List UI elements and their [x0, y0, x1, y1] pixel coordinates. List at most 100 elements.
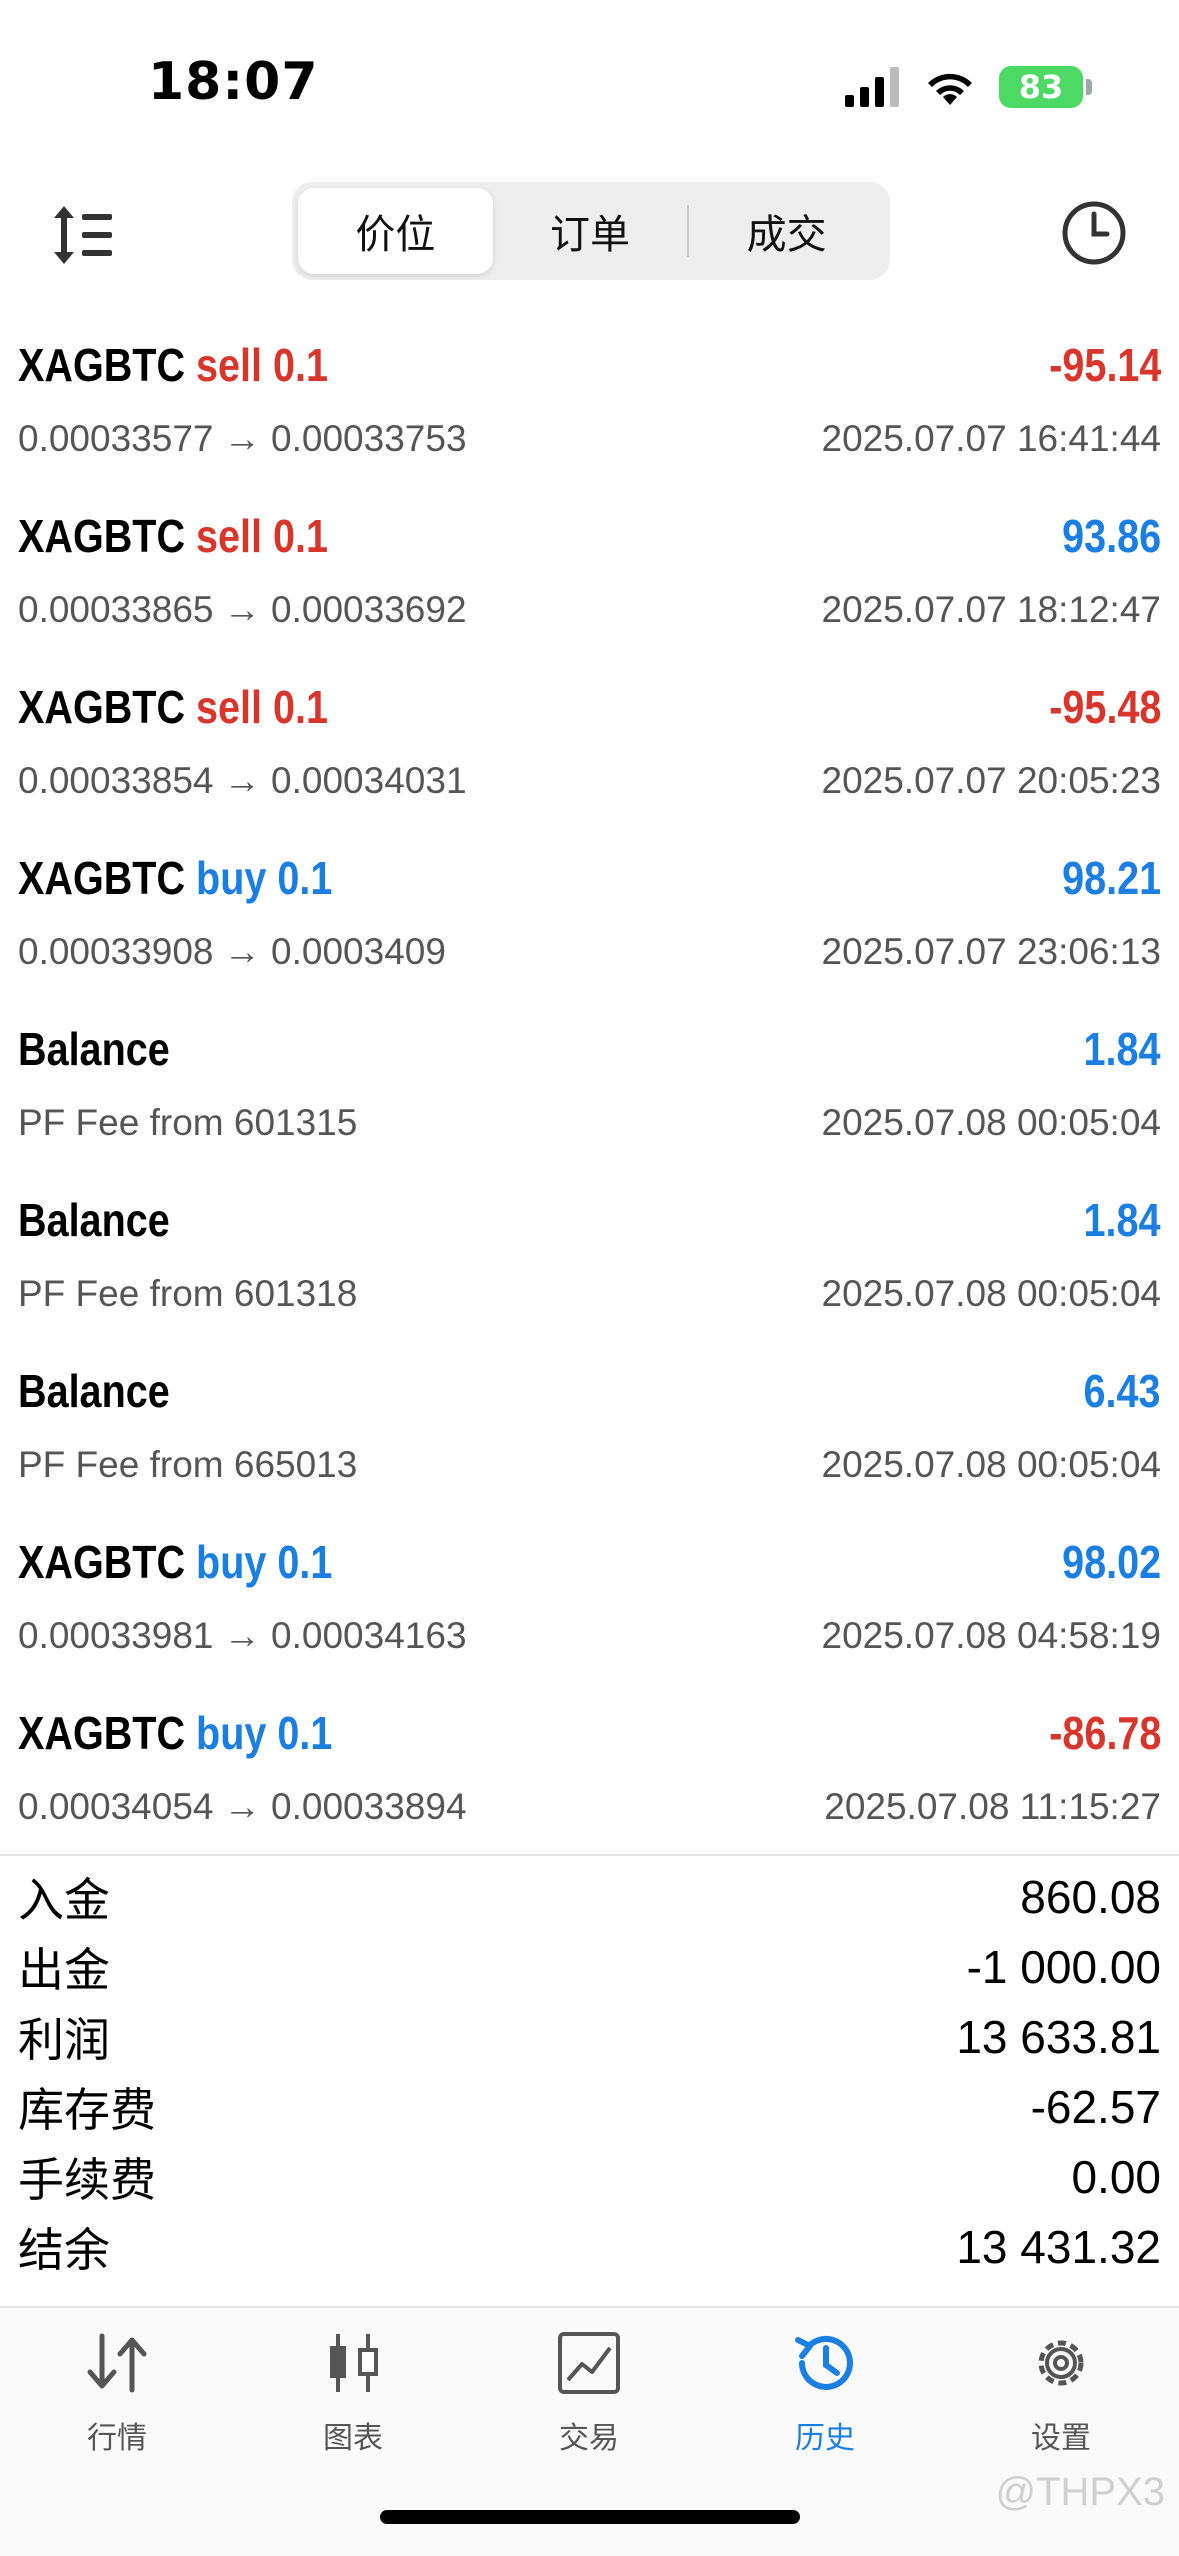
list-item[interactable]: Balance 6.43 PF Fee from 665013 2025.07.… [0, 1326, 1179, 1497]
summary-value: -62.57 [1030, 2081, 1161, 2133]
candlestick-icon [330, 2334, 378, 2392]
trade-side: buy 0.1 [196, 1707, 333, 1759]
summary-label: 结余 [18, 2224, 110, 2276]
trade-side: sell 0.1 [196, 339, 329, 391]
price-range: 0.00033908 → 0.0003409 [18, 931, 446, 972]
segment-price[interactable]: 价位 [298, 188, 493, 274]
profit-value: 93.86 [1061, 510, 1161, 562]
timestamp: 2025.07.07 18:12:47 [821, 589, 1162, 630]
sort-icon[interactable] [50, 200, 116, 270]
symbol: XAGBTC [18, 681, 186, 733]
list-item[interactable]: XAGBTC buy 0.1 98.02 0.00033981 → 0.0003… [0, 1497, 1179, 1668]
fee-description: PF Fee from 665013 [18, 1444, 358, 1485]
status-bar: 18:07 83 [0, 0, 1179, 170]
watermark: @THPX3 [995, 2470, 1165, 2514]
symbol: Balance [18, 1194, 170, 1246]
list-item[interactable]: Balance 1.84 PF Fee from 601315 2025.07.… [0, 984, 1179, 1155]
timestamp: 2025.07.08 00:05:04 [821, 1273, 1162, 1314]
list-item[interactable]: XAGBTC buy 0.1 -86.78 0.00034054 → 0.000… [0, 1668, 1179, 1839]
symbol: Balance [18, 1365, 170, 1417]
history-icon [795, 2335, 853, 2390]
list-item[interactable]: XAGBTC sell 0.1 -95.14 0.00033577 → 0.00… [0, 300, 1179, 471]
status-icons: 83 [845, 66, 1092, 108]
summary-value: 13 633.81 [956, 2011, 1161, 2063]
tab-settings[interactable]: 设置 [996, 2328, 1126, 2457]
summary-value: 0.00 [1071, 2151, 1161, 2203]
fee-description: PF Fee from 601318 [18, 1273, 358, 1314]
home-indicator[interactable] [380, 2510, 800, 2524]
battery-level: 83 [1018, 68, 1064, 106]
profit-value: 6.43 [1084, 1365, 1161, 1417]
trade-side: buy 0.1 [196, 1536, 333, 1588]
clock-icon[interactable] [1059, 198, 1129, 268]
profit-value: 1.84 [1084, 1023, 1161, 1075]
segment-orders[interactable]: 订单 [493, 188, 688, 274]
summary-label: 出金 [18, 1944, 110, 1996]
symbol: Balance [18, 1023, 170, 1075]
list-item[interactable]: XAGBTC sell 0.1 93.86 0.00033865 → 0.000… [0, 471, 1179, 642]
tab-trade[interactable]: 交易 [524, 2328, 654, 2457]
timestamp: 2025.07.08 11:15:27 [824, 1786, 1161, 1827]
tab-history[interactable]: 历史 [760, 2328, 890, 2457]
status-time: 18:07 [148, 52, 319, 112]
segmented-control: 价位 订单 成交 [292, 182, 890, 280]
profit-value: -95.14 [1048, 339, 1161, 391]
summary-balance: 结余 13 431.32 [0, 2212, 1179, 2282]
gear-icon [1038, 2340, 1084, 2386]
summary-profit: 利润 13 633.81 [0, 2002, 1179, 2072]
symbol: XAGBTC [18, 339, 186, 391]
price-range: 0.00034054 → 0.00033894 [18, 1786, 467, 1827]
toolbar: 价位 订单 成交 [0, 170, 1179, 300]
symbol: XAGBTC [18, 852, 186, 904]
symbol: XAGBTC [18, 1707, 186, 1759]
summary-deposit: 入金 860.08 [0, 1862, 1179, 1932]
profit-value: 98.02 [1061, 1536, 1161, 1588]
tab-label: 行情 [87, 2422, 147, 2455]
tab-quotes[interactable]: 行情 [52, 2328, 182, 2457]
tab-label: 设置 [1031, 2422, 1091, 2455]
timestamp: 2025.07.07 20:05:23 [821, 760, 1162, 801]
timestamp: 2025.07.08 00:05:04 [821, 1102, 1162, 1143]
tab-label: 历史 [795, 2422, 855, 2455]
summary-label: 入金 [18, 1874, 110, 1926]
summary-value: 13 431.32 [956, 2221, 1161, 2273]
account-summary: 入金 860.08 出金 -1 000.00 利润 13 633.81 库存费 … [0, 1854, 1179, 2282]
trade-side: sell 0.1 [196, 681, 329, 733]
list-item[interactable]: XAGBTC buy 0.1 98.21 0.00033908 → 0.0003… [0, 813, 1179, 984]
price-range: 0.00033865 → 0.00033692 [18, 589, 467, 630]
trade-side: buy 0.1 [196, 852, 333, 904]
symbol: XAGBTC [18, 510, 186, 562]
tab-label: 图表 [323, 2422, 383, 2455]
trade-side: sell 0.1 [196, 510, 329, 562]
segment-deals[interactable]: 成交 [689, 188, 884, 274]
wifi-icon [928, 73, 972, 105]
list-item[interactable]: XAGBTC sell 0.1 -95.48 0.00033854 → 0.00… [0, 642, 1179, 813]
summary-label: 库存费 [18, 2084, 156, 2136]
timestamp: 2025.07.08 04:58:19 [821, 1615, 1162, 1656]
profit-value: 1.84 [1084, 1194, 1161, 1246]
timestamp: 2025.07.07 23:06:13 [821, 931, 1162, 972]
arrows-updown-icon [87, 2333, 147, 2393]
summary-value: -1 000.00 [966, 1941, 1161, 1993]
symbol: XAGBTC [18, 1536, 186, 1588]
list-item[interactable]: Balance 1.84 PF Fee from 601318 2025.07.… [0, 1155, 1179, 1326]
tab-label: 交易 [559, 2422, 619, 2455]
price-range: 0.00033577 → 0.00033753 [18, 418, 467, 459]
profit-value: 98.21 [1061, 852, 1161, 904]
fee-description: PF Fee from 601315 [18, 1102, 358, 1143]
summary-withdrawal: 出金 -1 000.00 [0, 1932, 1179, 2002]
price-range: 0.00033854 → 0.00034031 [18, 760, 467, 801]
summary-commission: 手续费 0.00 [0, 2142, 1179, 2212]
battery-indicator: 83 [999, 66, 1092, 108]
tab-charts[interactable]: 图表 [288, 2328, 418, 2457]
timestamp: 2025.07.08 00:05:04 [821, 1444, 1162, 1485]
profit-value: -95.48 [1048, 681, 1161, 733]
chart-line-icon [558, 2332, 620, 2394]
signal-icon [845, 67, 899, 107]
history-list: XAGBTC sell 0.1 -95.14 0.00033577 → 0.00… [0, 300, 1179, 1839]
timestamp: 2025.07.07 16:41:44 [821, 418, 1162, 459]
profit-value: -86.78 [1048, 1707, 1161, 1759]
summary-value: 860.08 [1020, 1871, 1161, 1923]
summary-label: 手续费 [18, 2154, 156, 2206]
summary-swap: 库存费 -62.57 [0, 2072, 1179, 2142]
